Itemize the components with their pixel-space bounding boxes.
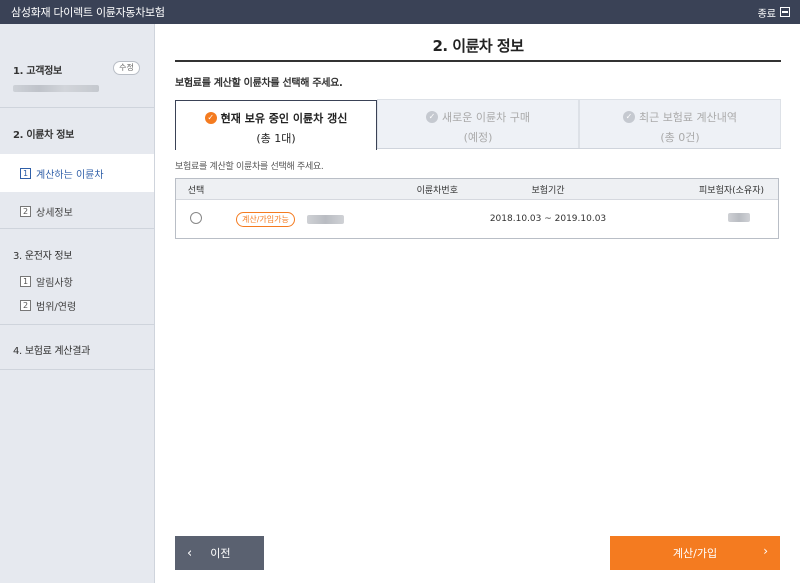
exit-label: 종료 <box>757 8 776 20</box>
main-content: 2. 이륜차 정보 보험료를 계산할 이륜차를 선택해 주세요. ✓ 현재 보유 … <box>175 24 781 583</box>
tab-label: 현재 보유 중인 이륜차 갱신 <box>220 112 348 125</box>
sidebar-section-customer: 1. 고객정보 수정 <box>0 24 154 108</box>
check-icon: ✓ <box>622 111 635 123</box>
sidebar-section-result: 4. 보험료 계산결과 <box>0 325 154 370</box>
sidebar-item-label: 상세정보 <box>36 207 73 219</box>
chevron-left-icon: ‹ <box>187 545 193 561</box>
top-bar: 삼성화재 다이렉트 이륜자동차보험 종료 <box>0 0 800 24</box>
tab-sub-label: (총 1대) <box>256 132 296 145</box>
tab-label: 새로운 이륜차 구매 <box>442 111 530 124</box>
insurance-period: 2018.10.03 ~ 2019.10.03 <box>489 214 607 224</box>
step-number: 1 <box>20 275 31 287</box>
select-radio[interactable] <box>190 211 202 224</box>
tab-current-vehicle[interactable]: ✓ 현재 보유 중인 이륜차 갱신 (총 1대) <box>175 100 377 150</box>
sidebar-section-title: 2. 이륜차 정보 <box>13 130 75 141</box>
tab-label: 최근 보험료 계산내역 <box>638 111 738 124</box>
vehicle-tabs: ✓ 현재 보유 중인 이륜차 갱신 (총 1대) ✓ 새로운 이륜차 구매 (예정)… <box>175 99 781 150</box>
table-header: 선택 이륜차번호 보험기간 피보험자(소유자) <box>176 179 778 200</box>
instruction-text: 보험료를 계산할 이륜차를 선택해 주세요. <box>175 78 343 89</box>
column-header-owner: 피보험자(소유자) <box>699 185 764 196</box>
sidebar: 1. 고객정보 수정 2. 이륜차 정보 1 계산하는 이륜차 2 상세정보 3… <box>0 24 155 583</box>
sidebar-item-details[interactable]: 2 상세정보 <box>0 192 154 230</box>
tab-new-vehicle[interactable]: ✓ 새로운 이륜차 구매 (예정) <box>377 99 579 148</box>
sidebar-item-scope-age[interactable]: 2 범위/연령 <box>0 293 154 317</box>
column-header-period: 보험기간 <box>531 185 565 196</box>
vehicle-table: 선택 이륜차번호 보험기간 피보험자(소유자) 계산/가입가능 2018.10.… <box>175 178 779 239</box>
sidebar-item-label: 계산하는 이륜차 <box>36 169 104 181</box>
redacted-plate-number <box>306 214 344 224</box>
tab-sub-label: (예정) <box>463 131 493 144</box>
status-badge: 계산/가입가능 <box>236 211 295 227</box>
sidebar-item-label: 알림사항 <box>36 277 73 289</box>
prev-button[interactable]: ‹ 이전 <box>175 536 264 570</box>
sidebar-item-label: 범위/연령 <box>36 301 77 313</box>
sidebar-section-title: 4. 보험료 계산결과 <box>13 346 90 357</box>
sidebar-section-vehicle: 2. 이륜차 정보 1 계산하는 이륜차 2 상세정보 <box>0 108 154 229</box>
sidebar-item-calc-vehicle[interactable]: 1 계산하는 이륜차 <box>0 154 154 192</box>
page-title: 2. 이륜차 정보 <box>175 24 781 62</box>
check-icon: ✓ <box>426 111 439 123</box>
step-number: 1 <box>20 167 31 179</box>
next-button[interactable]: 계산/가입 › <box>610 536 780 570</box>
check-icon: ✓ <box>204 112 217 124</box>
column-header-plate: 이륜차번호 <box>416 185 458 196</box>
sidebar-section-title: 3. 운전자 정보 <box>13 251 73 262</box>
tab-sub-label: (총 0건) <box>660 131 700 144</box>
next-label: 계산/가입 <box>672 547 718 560</box>
table-row[interactable]: 계산/가입가능 2018.10.03 ~ 2019.10.03 <box>176 200 778 238</box>
sub-instruction-text: 보험료를 계산할 이륜차를 선택해 주세요. <box>175 162 324 172</box>
step-number: 2 <box>20 205 31 217</box>
app-title: 삼성화재 다이렉트 이륜자동차보험 <box>11 6 165 19</box>
step-number: 2 <box>20 299 31 311</box>
edit-button[interactable]: 수정 <box>113 61 140 75</box>
sidebar-section-driver: 3. 운전자 정보 1 알림사항 2 범위/연령 <box>0 229 154 325</box>
sidebar-item-notice[interactable]: 1 알림사항 <box>0 269 154 293</box>
redacted-owner-name <box>728 213 750 222</box>
tab-recent-history[interactable]: ✓ 최근 보험료 계산내역 (총 0건) <box>579 99 781 148</box>
redacted-customer-info <box>13 85 99 92</box>
chevron-right-icon: › <box>763 544 768 558</box>
exit-button[interactable]: 종료 <box>758 5 790 20</box>
exit-icon <box>780 7 790 17</box>
prev-label: 이전 <box>210 547 231 560</box>
column-header-select: 선택 <box>187 185 205 196</box>
